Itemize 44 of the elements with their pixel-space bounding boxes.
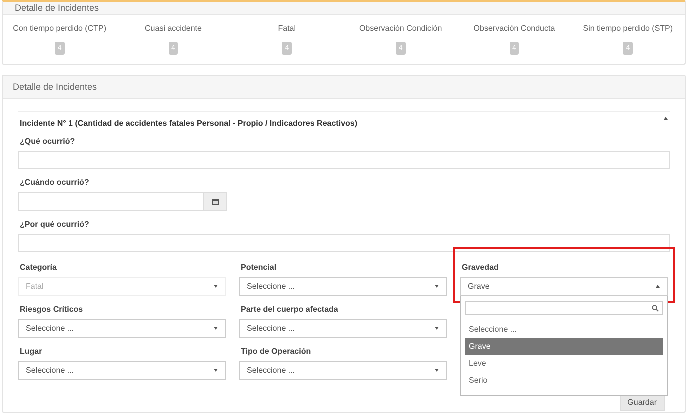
field-label: Categoría	[20, 263, 58, 272]
caret-icon	[435, 285, 439, 288]
field-label: Riesgos Críticos	[20, 305, 84, 314]
counter-label: Fatal	[278, 24, 296, 33]
select-field[interactable]: Grave	[460, 277, 668, 296]
counter-label: Sin tiempo perdido (STP)	[583, 24, 674, 33]
select-field[interactable]: Seleccione ...	[18, 319, 226, 338]
search-icon	[652, 304, 659, 312]
search-field[interactable]	[465, 301, 663, 315]
dropdown-option[interactable]: Leve	[465, 355, 663, 372]
caret-icon	[435, 327, 439, 330]
caret-icon	[435, 369, 439, 372]
counter-label: Observación Condición	[359, 24, 442, 33]
caret-icon	[664, 117, 668, 120]
field-label: Gravedad	[462, 263, 500, 272]
select-field[interactable]: Seleccione ...	[239, 277, 447, 296]
field-label: Lugar	[20, 347, 44, 356]
panel-header: Detalle de Incidentes	[3, 76, 685, 99]
dropdown-option[interactable]: Seleccione ...	[465, 321, 663, 338]
field-label: ¿Cuándo ocurrió?	[20, 178, 90, 187]
dropdown-option[interactable]: Grave	[465, 338, 663, 355]
field-label: ¿Por qué ocurrió?	[20, 220, 90, 229]
counter-label: Con tiempo perdido (CTP)	[13, 24, 107, 33]
select-field[interactable]: Seleccione ...	[239, 361, 447, 380]
caret-icon	[214, 369, 218, 372]
counter-label: Observación Conducta	[474, 24, 556, 33]
dropdown-option[interactable]: Serio	[465, 372, 663, 389]
incident-title: Incidente N° 1 (Cantidad de accidentes fatales Personal - Propio / Indicadores Reactivos)	[20, 119, 358, 128]
panel-header: Detalle de Incidentes	[3, 2, 685, 15]
text-field[interactable]	[18, 151, 670, 169]
calendar-icon	[212, 198, 218, 205]
counter-label: Cuasi accidente	[145, 24, 202, 33]
date-field[interactable]	[18, 192, 204, 211]
caret-icon	[214, 327, 218, 330]
field-label: Potencial	[241, 263, 278, 272]
text-field[interactable]	[18, 234, 670, 252]
select-field[interactable]: Seleccione ...	[18, 361, 226, 380]
caret-icon	[656, 285, 660, 288]
field-label: Parte del cuerpo afectada	[241, 305, 340, 314]
calendar-button[interactable]	[204, 192, 227, 211]
field-label: ¿Qué ocurrió?	[20, 137, 76, 146]
select-field[interactable]: Seleccione ...	[239, 319, 447, 338]
field-label: Tipo de Operación	[241, 347, 312, 356]
caret-icon	[214, 285, 218, 288]
